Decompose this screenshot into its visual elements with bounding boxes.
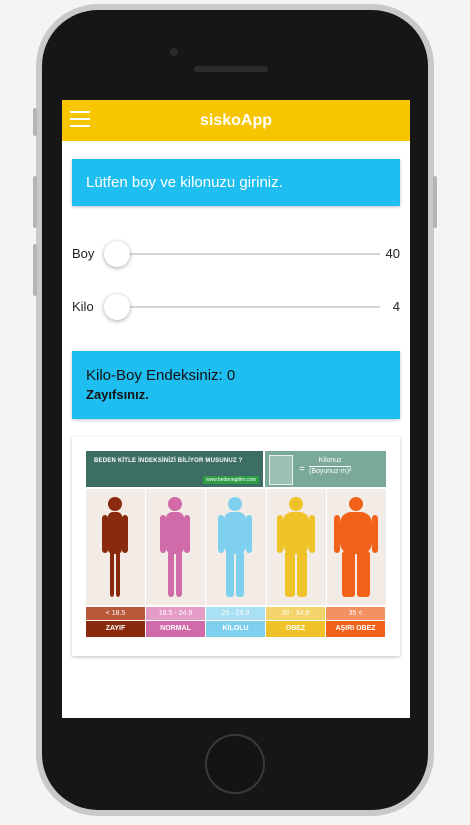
body-silhouette-icon (160, 497, 191, 597)
bmi-result: Kilo-Boy Endeksiniz: 0 (86, 367, 236, 384)
body-silhouette-icon (276, 497, 315, 597)
bmi-label: AŞIRI OBEZ (326, 621, 385, 637)
infographic-heading: BEDEN KİTLE İNDEKSİNİZİ BİLİYOR MUSUNUZ … (94, 458, 243, 464)
height-value: 40 (385, 246, 400, 261)
bmi-range: 30 - 34.9 (266, 607, 325, 620)
body-figure (86, 489, 146, 605)
body-figure (146, 489, 206, 605)
home-button[interactable] (205, 734, 265, 794)
weight-slider-track[interactable] (118, 306, 380, 308)
body-figure (326, 489, 387, 605)
bmi-chart-card: BEDEN KİTLE İNDEKSİNİZİ BİLİYOR MUSUNUZ … (72, 437, 400, 656)
height-slider-thumb[interactable] (104, 241, 130, 267)
body-figure (206, 489, 266, 605)
app-screen: siskoApp Lütfen boy ve kilonuzu giriniz.… (62, 100, 410, 718)
calculator-icon (269, 455, 293, 485)
weight-label: Kilo (72, 299, 94, 314)
volume-down-button (33, 244, 37, 296)
bmi-ranges: < 18.5 18.5 - 24.9 25 - 29.9 30 - 34.9 35 < (86, 607, 386, 620)
front-camera (170, 48, 178, 56)
formula-numerator: Kilonuz (318, 457, 342, 464)
bmi-label: KİLOLU (206, 621, 265, 637)
bmi-range: 25 - 29.9 (206, 607, 265, 620)
app-bar: siskoApp (62, 100, 410, 141)
app-title: siskoApp (199, 111, 272, 129)
bmi-formula: = Kilonuz (Boyunuz-m)² (299, 457, 352, 475)
bmi-category: Zayıfsınız. (86, 387, 149, 402)
height-slider-row: Boy 40 (72, 239, 400, 269)
result-card: Kilo-Boy Endeksiniz: 0 Zayıfsınız. (72, 351, 400, 419)
body-figures (86, 489, 387, 605)
formula-denominator: (Boyunuz-m)² (309, 466, 352, 475)
bmi-range: 18.5 - 24.9 (146, 607, 205, 620)
formula-panel: = Kilonuz (Boyunuz-m)² (265, 451, 386, 487)
infographic-header: BEDEN KİTLE İNDEKSİNİZİ BİLİYOR MUSUNUZ … (86, 451, 263, 487)
infographic-url: www.bedenegitim.com (202, 476, 259, 484)
body-silhouette-icon (333, 497, 378, 597)
height-label: Boy (72, 246, 95, 261)
bmi-labels: ZAYIF NORMAL KİLOLU OBEZ AŞIRI OBEZ (86, 621, 386, 637)
body-figure (266, 489, 326, 605)
volume-up-button (33, 176, 37, 228)
bmi-label: OBEZ (266, 621, 325, 637)
bmi-infographic: BEDEN KİTLE İNDEKSİNİZİ BİLİYOR MUSUNUZ … (86, 451, 387, 639)
body-silhouette-icon (102, 497, 128, 597)
hamburger-menu-icon[interactable] (70, 111, 90, 127)
weight-slider-row: Kilo 4 (72, 292, 400, 322)
power-button (433, 176, 437, 228)
weight-slider-thumb[interactable] (104, 294, 130, 320)
bmi-label: ZAYIF (86, 621, 145, 637)
instruction-card: Lütfen boy ve kilonuzu giriniz. (72, 159, 400, 206)
body-silhouette-icon (218, 497, 253, 597)
bmi-range: < 18.5 (86, 607, 145, 620)
height-slider-track[interactable] (118, 253, 380, 255)
bmi-range: 35 < (326, 607, 385, 620)
mute-switch (33, 108, 37, 136)
bmi-label: NORMAL (146, 621, 205, 637)
weight-value: 4 (392, 299, 400, 314)
earpiece-speaker (194, 66, 268, 72)
